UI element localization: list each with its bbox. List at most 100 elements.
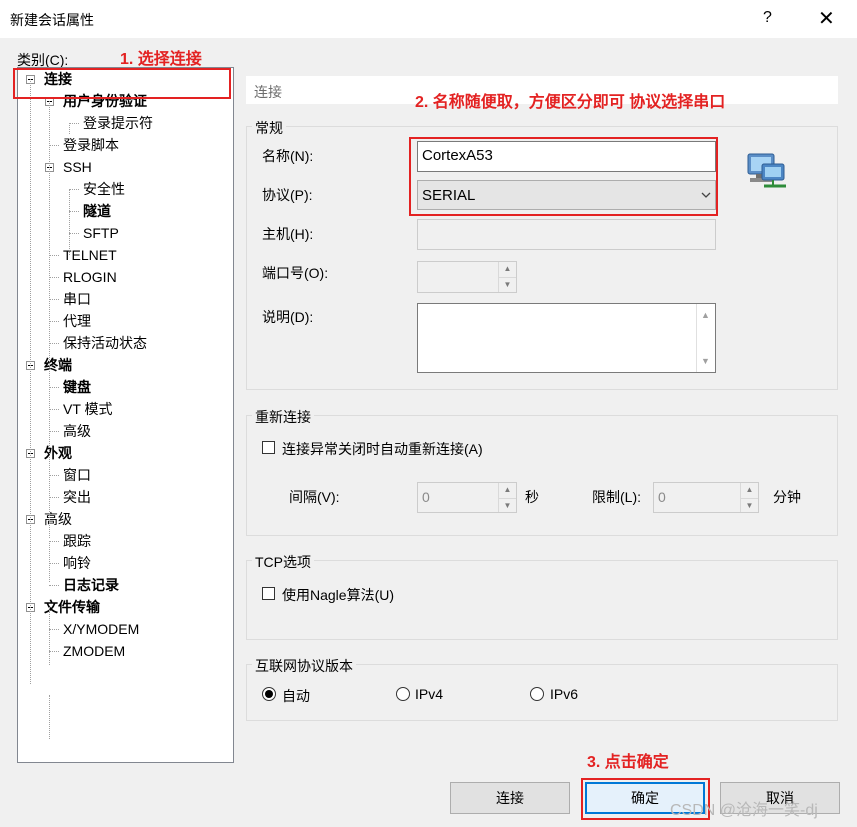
step1-annotation: 1. 选择连接 xyxy=(120,51,202,68)
tree-item[interactable]: X/YMODEM xyxy=(63,619,139,639)
spin-up-icon[interactable]: ▲ xyxy=(741,483,758,498)
nagle-checkbox[interactable] xyxy=(262,587,275,600)
tree-item[interactable]: ZMODEM xyxy=(63,641,125,661)
network-computer-icon xyxy=(747,153,786,188)
radio-ipv4[interactable] xyxy=(396,687,410,701)
tree-item[interactable]: SSH xyxy=(63,157,92,177)
spin-down-icon[interactable]: ▼ xyxy=(741,497,758,513)
auto-reconnect-checkbox[interactable] xyxy=(262,441,275,454)
tree-item[interactable]: 保持活动状态 xyxy=(63,333,147,353)
limit-spinner[interactable]: ▲ ▼ xyxy=(740,483,758,512)
tree-item[interactable]: 突出 xyxy=(63,487,91,507)
general-group-title: 常规 xyxy=(252,118,286,138)
radio-ipv6[interactable] xyxy=(530,687,544,701)
tree-connector xyxy=(49,475,59,476)
close-button[interactable]: ✕ xyxy=(818,6,835,31)
reconnect-group-title: 重新连接 xyxy=(252,407,314,427)
tree-item[interactable]: 响铃 xyxy=(63,553,91,573)
tree-guide-line xyxy=(49,101,50,464)
spin-up-icon[interactable]: ▲ xyxy=(499,483,516,498)
radio-ipv4-label: IPv4 xyxy=(415,686,444,702)
tree-item[interactable]: 日志记录 xyxy=(63,575,119,595)
tree-item[interactable]: 安全性 xyxy=(83,179,125,199)
port-label: 端口号(O): xyxy=(262,265,329,281)
tree-connector xyxy=(49,651,59,652)
tree-connector xyxy=(69,189,79,190)
port-spinner[interactable]: ▲ ▼ xyxy=(498,262,516,292)
tree-connector xyxy=(69,211,79,212)
connect-button[interactable]: 连接 xyxy=(450,782,570,814)
tree-item[interactable]: 窗口 xyxy=(63,465,91,485)
tree-item[interactable]: RLOGIN xyxy=(63,267,117,287)
tree-item[interactable]: 登录脚本 xyxy=(63,135,119,155)
tree-item[interactable]: 高级 xyxy=(63,421,91,441)
scroll-down-icon[interactable]: ▼ xyxy=(701,356,710,366)
tree-guide-line xyxy=(49,541,50,582)
tree-connector xyxy=(49,145,59,146)
spin-down-icon[interactable]: ▼ xyxy=(499,277,516,292)
nagle-label: 使用Nagle算法(U) xyxy=(282,587,395,603)
description-textarea[interactable]: ▲ ▼ xyxy=(417,303,716,373)
ip-version-group-title: 互联网协议版本 xyxy=(252,656,356,676)
description-label: 说明(D): xyxy=(262,309,314,325)
tree-connector xyxy=(49,541,59,542)
tcp-group-title: TCP选项 xyxy=(252,552,314,572)
tree-connector xyxy=(49,255,59,256)
host-input[interactable] xyxy=(417,219,716,250)
tree-item[interactable]: 跟踪 xyxy=(63,531,91,551)
reconnect-group xyxy=(246,415,838,536)
radio-auto[interactable] xyxy=(262,687,276,701)
interval-input[interactable]: 0 ▲ ▼ xyxy=(417,482,517,513)
tree-connector xyxy=(49,299,59,300)
tree-guide-line xyxy=(49,607,50,665)
tree-guide-line xyxy=(30,79,31,684)
tree-connector xyxy=(49,277,59,278)
interval-unit: 秒 xyxy=(525,489,539,505)
watermark: CSDN @沧海一笑-dj xyxy=(670,802,818,819)
tree-item[interactable]: 隧道 xyxy=(83,201,111,221)
port-input[interactable]: ▲ ▼ xyxy=(417,261,517,293)
interval-label: 间隔(V): xyxy=(289,489,340,505)
limit-unit: 分钟 xyxy=(773,489,801,505)
tree-connector xyxy=(49,497,59,498)
tree-guide-line xyxy=(49,453,50,538)
scroll-up-icon[interactable]: ▲ xyxy=(701,310,710,320)
tree-connector xyxy=(69,233,79,234)
tree-item[interactable]: 串口 xyxy=(63,289,91,309)
tree-guide-line xyxy=(49,695,50,739)
tree-item[interactable]: 代理 xyxy=(63,311,91,331)
name-label: 名称(N): xyxy=(262,148,314,164)
step2-highlight xyxy=(409,137,718,216)
tree-connector xyxy=(49,563,59,564)
tree-item[interactable]: 键盘 xyxy=(63,377,91,397)
help-button[interactable]: ? xyxy=(763,9,772,27)
tree-item[interactable]: 文件传输 xyxy=(44,597,100,617)
interval-spinner[interactable]: ▲ ▼ xyxy=(498,483,516,512)
tree-item[interactable]: TELNET xyxy=(63,245,117,265)
tree-guide-line xyxy=(69,189,70,255)
tree-connector xyxy=(49,343,59,344)
limit-value: 0 xyxy=(658,489,666,505)
tree-item[interactable]: SFTP xyxy=(83,223,119,243)
window-title: 新建会话属性 xyxy=(10,12,94,28)
limit-input[interactable]: 0 ▲ ▼ xyxy=(653,482,759,513)
host-label: 主机(H): xyxy=(262,226,314,242)
spin-up-icon[interactable]: ▲ xyxy=(499,262,516,277)
auto-reconnect-label: 连接异常关闭时自动重新连接(A) xyxy=(282,441,483,457)
title-bar: 新建会话属性 ? ✕ xyxy=(0,0,857,38)
step3-annotation: 3. 点击确定 xyxy=(587,754,669,771)
tree-item[interactable]: VT 模式 xyxy=(63,399,113,419)
description-scrollbar[interactable]: ▲ ▼ xyxy=(696,304,715,372)
radio-ipv6-label: IPv6 xyxy=(550,686,579,702)
tree-connector xyxy=(69,123,79,124)
interval-value: 0 xyxy=(422,489,430,505)
tree-connector xyxy=(49,629,59,630)
panel-header-title: 连接 xyxy=(254,84,282,100)
tree-item[interactable]: 登录提示符 xyxy=(83,113,153,133)
radio-auto-label: 自动 xyxy=(282,688,310,704)
protocol-label: 协议(P): xyxy=(262,187,313,203)
tree-connector xyxy=(49,387,59,388)
step2-annotation: 2. 名称随便取，方便区分即可 协议选择串口 xyxy=(415,94,726,111)
spin-down-icon[interactable]: ▼ xyxy=(499,497,516,513)
category-tree[interactable]: 连接 用户身份验证 登录提示符 登录脚本 SSH 安全性 隧道 SFTP TELNET RLOGI… xyxy=(17,67,234,763)
